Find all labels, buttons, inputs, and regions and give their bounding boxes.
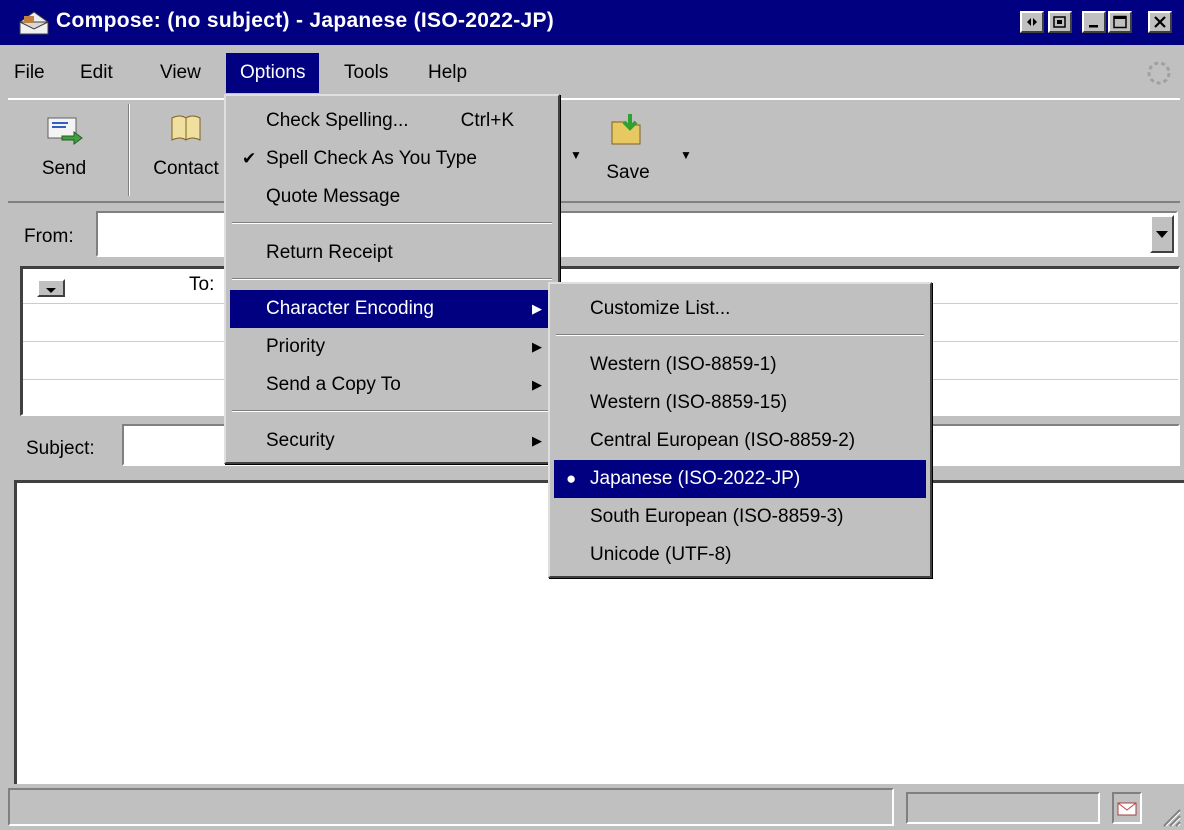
recipient-type-selector[interactable]: To: <box>29 272 229 302</box>
from-label: From: <box>24 226 74 247</box>
throbber-icon[interactable] <box>1144 58 1174 88</box>
offline-status-icon[interactable] <box>1112 792 1142 824</box>
menu-item-check-spelling[interactable]: Check Spelling... Ctrl+K <box>230 102 554 140</box>
close-icon[interactable] <box>1148 11 1172 33</box>
pin-button[interactable] <box>1020 11 1044 33</box>
status-text-panel <box>8 788 894 826</box>
mail-compose-icon <box>18 10 50 36</box>
send-button[interactable]: Send <box>34 110 94 180</box>
maximize-icon[interactable] <box>1108 11 1132 33</box>
save-button[interactable]: Save <box>598 110 658 184</box>
send-icon <box>44 117 84 151</box>
recipient-type-dropdown-icon[interactable] <box>37 279 65 297</box>
radio-bullet-icon: ● <box>566 469 577 488</box>
submenu-arrow-icon: ▶ <box>532 377 542 392</box>
options-menu: Check Spelling... Ctrl+K ✔ Spell Check A… <box>224 94 560 464</box>
shortcut-ctrl-k: Ctrl+K <box>460 110 514 131</box>
menu-help[interactable]: Help <box>414 53 481 93</box>
menu-item-priority[interactable]: Priority ▶ <box>230 328 554 366</box>
menu-separator <box>556 334 924 336</box>
subject-label: Subject: <box>26 438 95 459</box>
status-bar <box>0 784 1184 830</box>
menu-view[interactable]: View <box>146 53 215 93</box>
menu-item-encoding-unicode-utf-8[interactable]: Unicode (UTF-8) <box>554 536 926 574</box>
contacts-label: Contact <box>153 158 219 179</box>
to-label: To: <box>189 274 215 295</box>
menu-options[interactable]: Options <box>226 53 320 93</box>
toolbar: Send Contact ▼ Save ▼ <box>8 98 1180 203</box>
menu-item-encoding-western-iso-8859-1[interactable]: Western (ISO-8859-1) <box>554 346 926 384</box>
menu-item-security[interactable]: Security ▶ <box>230 422 554 460</box>
page-button[interactable] <box>1048 11 1072 33</box>
menu-tools[interactable]: Tools <box>330 53 402 93</box>
menu-separator <box>232 278 552 280</box>
submenu-arrow-icon: ▶ <box>532 433 542 448</box>
menu-item-customize-list[interactable]: Customize List... <box>554 290 926 328</box>
attach-dropdown-arrow-icon[interactable]: ▼ <box>570 148 582 162</box>
menu-item-return-receipt[interactable]: Return Receipt <box>230 234 554 272</box>
menu-item-character-encoding[interactable]: Character Encoding ▶ <box>230 290 554 328</box>
checkmark-icon: ✔ <box>242 149 257 168</box>
menu-item-encoding-central-european[interactable]: Central European (ISO-8859-2) <box>554 422 926 460</box>
address-book-icon <box>166 115 206 151</box>
window-title: Compose: (no subject) - Japanese (ISO-20… <box>56 9 555 32</box>
save-dropdown-arrow-icon[interactable]: ▼ <box>680 148 692 162</box>
from-dropdown-button[interactable] <box>1150 215 1174 253</box>
resize-grip-icon[interactable] <box>1158 804 1182 828</box>
submenu-arrow-icon: ▶ <box>532 301 542 316</box>
menu-separator <box>232 222 552 224</box>
contacts-button[interactable]: Contact <box>146 110 226 180</box>
menu-item-encoding-south-european[interactable]: South European (ISO-8859-3) <box>554 498 926 536</box>
menu-item-encoding-japanese[interactable]: ● Japanese (ISO-2022-JP) <box>554 460 926 498</box>
send-label: Send <box>41 158 87 179</box>
menu-separator <box>232 410 552 412</box>
menu-bar: File Edit View Options Tools Help <box>0 53 1184 93</box>
menu-item-encoding-western-iso-8859-15[interactable]: Western (ISO-8859-15) <box>554 384 926 422</box>
menu-file[interactable]: File <box>0 53 59 93</box>
menu-item-send-a-copy-to[interactable]: Send a Copy To ▶ <box>230 366 554 404</box>
character-encoding-submenu: Customize List... Western (ISO-8859-1) W… <box>548 282 932 578</box>
save-folder-icon <box>608 114 648 155</box>
menu-item-quote-message[interactable]: Quote Message <box>230 178 554 216</box>
save-label: Save <box>606 162 650 183</box>
minimize-icon[interactable] <box>1082 11 1106 33</box>
toolbar-separator <box>128 104 130 196</box>
submenu-arrow-icon: ▶ <box>532 339 542 354</box>
menu-item-spell-check-as-you-type[interactable]: ✔ Spell Check As You Type <box>230 140 554 178</box>
progress-panel <box>906 792 1100 824</box>
menu-edit[interactable]: Edit <box>66 53 127 93</box>
title-bar[interactable]: Compose: (no subject) - Japanese (ISO-20… <box>0 0 1184 45</box>
